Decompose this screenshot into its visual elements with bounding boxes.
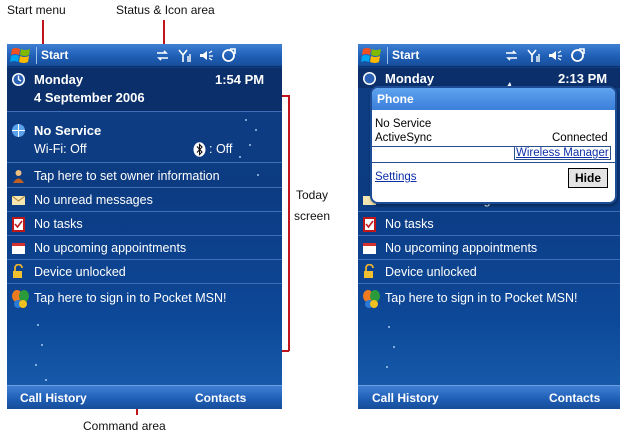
popup-network-status: No Service (375, 118, 432, 130)
messages-text: No unread messages (34, 193, 153, 207)
hide-button[interactable]: Hide (568, 168, 608, 188)
envelope-icon (11, 195, 26, 205)
phone-status-popup: Phone No Service ActiveSync Connected Wi… (370, 86, 617, 204)
clock-time: 2:13 PM (558, 71, 608, 86)
antenna-icon[interactable] (526, 48, 541, 63)
title-separator (387, 47, 388, 64)
antenna-icon[interactable] (177, 48, 192, 63)
tasks-row[interactable]: No tasks (358, 213, 620, 236)
sync-arrows-icon[interactable] (155, 48, 170, 63)
date-time-row[interactable]: Monday 4 September 2006 1:54 PM (7, 68, 282, 112)
wifi-status: Wi-Fi: Off (34, 142, 87, 156)
battery-plug-icon[interactable] (570, 48, 585, 63)
calendar-icon (12, 243, 25, 254)
tasks-text: No tasks (385, 217, 434, 231)
device-lock-text: Device unlocked (34, 265, 126, 279)
sync-arrows-icon[interactable] (504, 48, 519, 63)
call-history-softkey[interactable]: Call History (20, 391, 87, 405)
msn-text: Tap here to sign in to Pocket MSN! (385, 291, 578, 305)
activesync-label: ActiveSync (375, 132, 432, 144)
call-history-softkey[interactable]: Call History (372, 391, 439, 405)
windows-flag-icon[interactable] (10, 46, 32, 65)
appointments-row[interactable]: No upcoming appointments (358, 237, 620, 260)
appointments-text: No upcoming appointments (34, 241, 187, 255)
msn-butterfly-icon (12, 290, 29, 308)
wireless-manager-link[interactable]: Wireless Manager (514, 146, 611, 160)
appointments-row[interactable]: No upcoming appointments (7, 237, 282, 260)
speaker-icon[interactable] (548, 48, 563, 63)
title-bar: Start (7, 44, 282, 67)
appointments-text: No upcoming appointments (385, 241, 538, 255)
owner-info-row[interactable]: Tap here to set owner information (7, 165, 282, 188)
settings-link[interactable]: Settings (375, 171, 417, 183)
activesync-status: Connected (552, 132, 608, 144)
messages-row[interactable]: No unread messages (7, 189, 282, 212)
popup-divider (372, 146, 515, 147)
msn-text: Tap here to sign in to Pocket MSN! (34, 291, 227, 305)
tasks-text: No tasks (34, 217, 83, 231)
contacts-softkey[interactable]: Contacts (549, 391, 600, 405)
device-lock-row[interactable]: Device unlocked (7, 261, 282, 284)
date-day: Monday (385, 71, 435, 86)
status-icon-area (504, 47, 585, 64)
today-screen-annotation-line1: Today (296, 188, 329, 202)
command-bar: Call History Contacts (7, 385, 282, 409)
date-day: Monday (34, 72, 84, 87)
owner-info-text: Tap here to set owner information (34, 169, 220, 183)
msn-row[interactable]: Tap here to sign in to Pocket MSN! (7, 286, 282, 314)
network-status: No Service (34, 123, 102, 138)
start-menu-annotation: Start menu (7, 3, 66, 17)
command-area-annotation: Command area (83, 419, 166, 433)
checkbox-icon (363, 217, 376, 232)
date-full: 4 September 2006 (34, 90, 145, 105)
calendar-icon (363, 243, 376, 254)
bluetooth-icon (193, 142, 206, 157)
msn-row[interactable]: Tap here to sign in to Pocket MSN! (358, 286, 620, 314)
today-screen-right: Start Monday 2:13 PM No unread messages … (358, 44, 620, 409)
status-icon-area-annotation: Status & Icon area (116, 3, 215, 17)
title-bar: Start (358, 44, 620, 67)
speaker-icon[interactable] (199, 48, 214, 63)
clock-icon (363, 72, 376, 85)
start-menu-button[interactable]: Start (392, 48, 419, 62)
globe-icon (12, 124, 25, 137)
date-time-row[interactable]: Monday 2:13 PM (358, 68, 620, 88)
today-screen-bracket-side (288, 95, 290, 351)
windows-flag-icon[interactable] (361, 46, 383, 65)
msn-butterfly-icon (363, 290, 380, 308)
today-screen-annotation-line2: screen (294, 209, 331, 223)
device-lock-text: Device unlocked (385, 265, 477, 279)
command-bar: Call History Contacts (358, 385, 620, 409)
padlock-icon (13, 264, 23, 278)
today-screen-left: Start Monday 4 September 2006 1:54 PM No… (7, 44, 282, 409)
contacts-softkey[interactable]: Contacts (195, 391, 246, 405)
tasks-row[interactable]: No tasks (7, 213, 282, 236)
start-menu-button[interactable]: Start (41, 48, 68, 62)
bluetooth-status: : Off (209, 142, 233, 156)
popup-title: Phone (377, 92, 414, 106)
popup-header: Phone (372, 88, 615, 110)
title-separator (36, 47, 37, 64)
clock-icon (12, 73, 25, 86)
device-lock-row[interactable]: Device unlocked (358, 261, 620, 284)
clock-time: 1:54 PM (215, 72, 265, 87)
popup-divider-lower (372, 162, 615, 163)
person-icon (13, 170, 24, 183)
battery-plug-icon[interactable] (221, 48, 236, 63)
status-icon-area (155, 47, 236, 64)
checkbox-icon (12, 217, 25, 232)
padlock-icon (364, 264, 374, 278)
